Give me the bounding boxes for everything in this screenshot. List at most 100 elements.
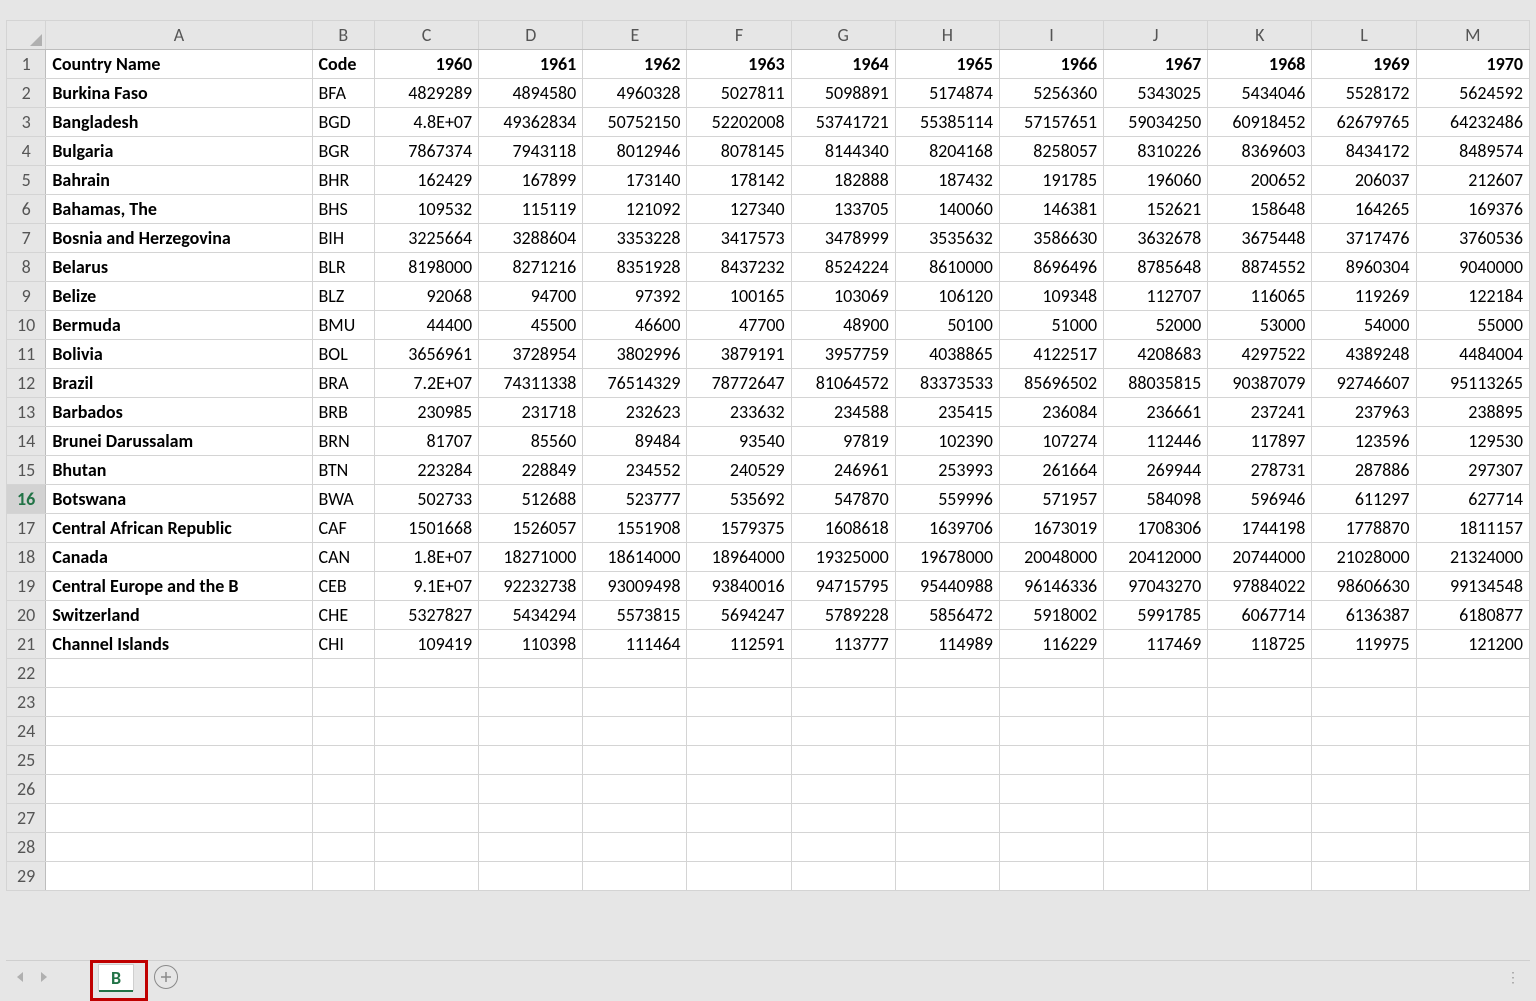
row-header[interactable]: 20 bbox=[7, 601, 46, 630]
data-cell[interactable] bbox=[687, 833, 791, 862]
data-cell[interactable] bbox=[1312, 833, 1416, 862]
data-cell[interactable] bbox=[46, 804, 312, 833]
data-cell[interactable]: 47700 bbox=[687, 311, 791, 340]
data-cell[interactable]: 1673019 bbox=[999, 514, 1103, 543]
data-cell[interactable] bbox=[583, 804, 687, 833]
data-cell[interactable]: Brazil bbox=[46, 369, 312, 398]
data-cell[interactable]: 596946 bbox=[1208, 485, 1312, 514]
data-cell[interactable]: 109348 bbox=[999, 282, 1103, 311]
data-cell[interactable]: 1608618 bbox=[791, 514, 895, 543]
data-cell[interactable]: 253993 bbox=[895, 456, 999, 485]
data-cell[interactable]: 1744198 bbox=[1208, 514, 1312, 543]
data-cell[interactable] bbox=[1416, 833, 1529, 862]
row-header[interactable]: 21 bbox=[7, 630, 46, 659]
data-cell[interactable] bbox=[1104, 688, 1208, 717]
row-header[interactable]: 9 bbox=[7, 282, 46, 311]
data-cell[interactable]: 4297522 bbox=[1208, 340, 1312, 369]
row-header[interactable]: 24 bbox=[7, 717, 46, 746]
column-header[interactable]: C bbox=[375, 21, 479, 50]
data-cell[interactable] bbox=[46, 659, 312, 688]
data-cell[interactable]: 96146336 bbox=[999, 572, 1103, 601]
data-cell[interactable]: 5098891 bbox=[791, 79, 895, 108]
data-cell[interactable]: 8489574 bbox=[1416, 137, 1529, 166]
data-cell[interactable] bbox=[895, 688, 999, 717]
data-cell[interactable]: 93009498 bbox=[583, 572, 687, 601]
data-cell[interactable]: 1526057 bbox=[479, 514, 583, 543]
data-cell[interactable]: Bulgaria bbox=[46, 137, 312, 166]
data-cell[interactable]: 107274 bbox=[999, 427, 1103, 456]
data-cell[interactable] bbox=[1208, 804, 1312, 833]
data-cell[interactable]: 547870 bbox=[791, 485, 895, 514]
data-cell[interactable]: 191785 bbox=[999, 166, 1103, 195]
data-cell[interactable] bbox=[1416, 659, 1529, 688]
data-cell[interactable]: 1551908 bbox=[583, 514, 687, 543]
data-cell[interactable]: 3879191 bbox=[687, 340, 791, 369]
data-cell[interactable]: BRN bbox=[312, 427, 374, 456]
data-cell[interactable]: 234588 bbox=[791, 398, 895, 427]
data-cell[interactable]: 92232738 bbox=[479, 572, 583, 601]
data-cell[interactable] bbox=[46, 688, 312, 717]
data-cell[interactable]: 121092 bbox=[583, 195, 687, 224]
data-cell[interactable]: 140060 bbox=[895, 195, 999, 224]
data-cell[interactable]: 103069 bbox=[791, 282, 895, 311]
data-cell[interactable] bbox=[999, 775, 1103, 804]
data-cell[interactable] bbox=[1208, 775, 1312, 804]
data-cell[interactable] bbox=[312, 688, 374, 717]
data-cell[interactable]: 4.8E+07 bbox=[375, 108, 479, 137]
data-cell[interactable] bbox=[687, 775, 791, 804]
data-cell[interactable] bbox=[687, 688, 791, 717]
data-cell[interactable]: 5918002 bbox=[999, 601, 1103, 630]
data-cell[interactable] bbox=[999, 717, 1103, 746]
data-cell[interactable]: BLR bbox=[312, 253, 374, 282]
column-header[interactable]: M bbox=[1416, 21, 1529, 50]
data-cell[interactable]: 48900 bbox=[791, 311, 895, 340]
data-cell[interactable]: 106120 bbox=[895, 282, 999, 311]
data-cell[interactable]: 1.8E+07 bbox=[375, 543, 479, 572]
data-cell[interactable] bbox=[1312, 717, 1416, 746]
data-cell[interactable]: Bosnia and Herzegovina bbox=[46, 224, 312, 253]
data-cell[interactable]: 95113265 bbox=[1416, 369, 1529, 398]
data-cell[interactable]: 5991785 bbox=[1104, 601, 1208, 630]
data-cell[interactable]: 3957759 bbox=[791, 340, 895, 369]
data-cell[interactable] bbox=[583, 746, 687, 775]
row-header[interactable]: 28 bbox=[7, 833, 46, 862]
data-cell[interactable] bbox=[687, 746, 791, 775]
data-cell[interactable] bbox=[583, 862, 687, 891]
data-cell[interactable]: 146381 bbox=[999, 195, 1103, 224]
data-cell[interactable] bbox=[895, 775, 999, 804]
data-cell[interactable] bbox=[791, 746, 895, 775]
data-cell[interactable] bbox=[1416, 804, 1529, 833]
data-cell[interactable] bbox=[687, 717, 791, 746]
data-cell[interactable]: 4484004 bbox=[1416, 340, 1529, 369]
data-cell[interactable] bbox=[375, 804, 479, 833]
data-cell[interactable]: 127340 bbox=[687, 195, 791, 224]
data-cell[interactable] bbox=[791, 804, 895, 833]
data-cell[interactable] bbox=[895, 833, 999, 862]
data-cell[interactable]: 169376 bbox=[1416, 195, 1529, 224]
data-cell[interactable]: 119269 bbox=[1312, 282, 1416, 311]
data-cell[interactable]: 93540 bbox=[687, 427, 791, 456]
data-cell[interactable] bbox=[1104, 717, 1208, 746]
data-cell[interactable]: 8310226 bbox=[1104, 137, 1208, 166]
data-cell[interactable]: 97819 bbox=[791, 427, 895, 456]
data-cell[interactable]: 116229 bbox=[999, 630, 1103, 659]
data-cell[interactable]: 4208683 bbox=[1104, 340, 1208, 369]
tab-nav-prev-icon[interactable] bbox=[14, 970, 28, 984]
data-cell[interactable]: Central Europe and the B bbox=[46, 572, 312, 601]
row-header[interactable]: 23 bbox=[7, 688, 46, 717]
column-header[interactable]: H bbox=[895, 21, 999, 50]
data-cell[interactable]: 46600 bbox=[583, 311, 687, 340]
data-cell[interactable]: CHI bbox=[312, 630, 374, 659]
data-cell[interactable]: 502733 bbox=[375, 485, 479, 514]
row-header[interactable]: 19 bbox=[7, 572, 46, 601]
data-cell[interactable] bbox=[1208, 659, 1312, 688]
data-cell[interactable]: 18614000 bbox=[583, 543, 687, 572]
data-cell[interactable] bbox=[479, 804, 583, 833]
data-cell[interactable]: Bhutan bbox=[46, 456, 312, 485]
data-cell[interactable]: 110398 bbox=[479, 630, 583, 659]
data-cell[interactable]: 235415 bbox=[895, 398, 999, 427]
header-cell[interactable]: 1966 bbox=[999, 50, 1103, 79]
data-cell[interactable]: 109532 bbox=[375, 195, 479, 224]
data-cell[interactable]: 5434294 bbox=[479, 601, 583, 630]
data-cell[interactable]: 112446 bbox=[1104, 427, 1208, 456]
